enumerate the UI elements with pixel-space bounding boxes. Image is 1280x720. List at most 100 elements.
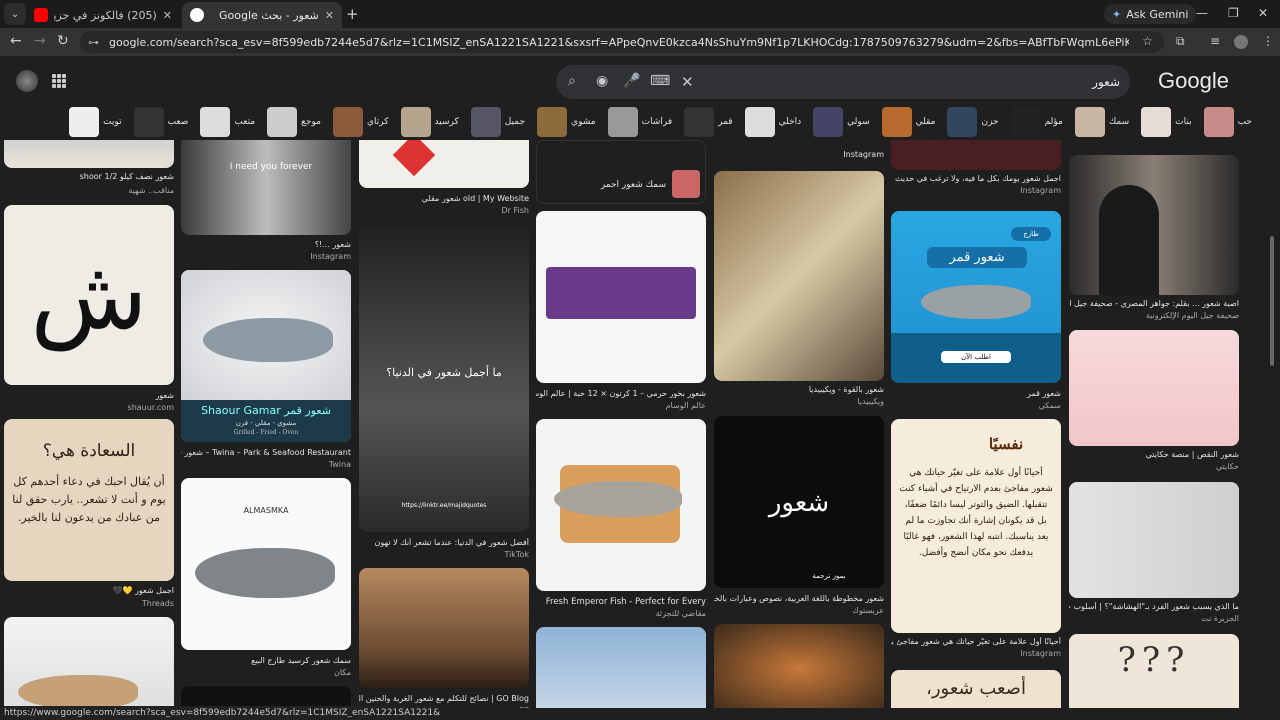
search-input[interactable] bbox=[706, 71, 1120, 93]
related-chip[interactable]: صعب bbox=[129, 106, 193, 138]
result-card[interactable]: GO Blog | نصائح للتكلم مع شعور الغربة وا… bbox=[359, 568, 529, 708]
bookmark-star-icon[interactable]: ☆ bbox=[1142, 34, 1153, 48]
result-card[interactable]: old | My Website شعور مقلي Dr Fish bbox=[359, 140, 529, 220]
keyboard-icon[interactable]: ⌨ bbox=[650, 73, 670, 89]
result-image[interactable]: Shaour Gamar شعور قمر مشوي - مقلي - فرن … bbox=[181, 270, 351, 442]
result-title[interactable]: شعور النقص | منصة حكايتي bbox=[1069, 450, 1239, 459]
extensions-icon[interactable]: ⧉ bbox=[1176, 34, 1185, 49]
tab-google-search[interactable]: شعور - بحث Google ✕ bbox=[182, 2, 342, 28]
result-card[interactable] bbox=[181, 686, 351, 708]
scrollbar-thumb[interactable] bbox=[1270, 236, 1274, 366]
result-image[interactable] bbox=[1069, 155, 1239, 295]
result-image[interactable]: أصعب شعور، bbox=[891, 670, 1061, 708]
menu-kebab-icon[interactable]: ⋮ bbox=[1262, 34, 1274, 48]
media-controls-icon[interactable]: ≡ bbox=[1210, 34, 1220, 48]
result-card[interactable]: نفسيًا أحيانًا أول علامة على تغيّر حياتك… bbox=[891, 419, 1061, 664]
tab-youtube[interactable]: (205) فالكونز في جزيرة بـ2000 ريال ✕ bbox=[26, 2, 180, 28]
result-image[interactable] bbox=[536, 419, 706, 591]
google-apps-icon[interactable] bbox=[52, 74, 66, 88]
result-image[interactable] bbox=[4, 140, 174, 168]
related-chip[interactable]: سمك bbox=[1070, 106, 1134, 138]
lens-icon[interactable]: ◉ bbox=[596, 73, 608, 89]
related-chip[interactable]: فراشات bbox=[603, 106, 677, 138]
account-avatar[interactable] bbox=[16, 70, 38, 92]
result-card[interactable]: شعور نصف كيلو 1/2 shoor مناقب.. شهية bbox=[4, 140, 174, 200]
result-image[interactable]: ALMASMKA bbox=[181, 478, 351, 650]
result-card[interactable]: Fresh Emperor Fish - Perfect for Every م… bbox=[536, 419, 706, 619]
related-chip[interactable]: حب bbox=[1199, 106, 1256, 138]
result-image[interactable] bbox=[359, 140, 529, 188]
result-title[interactable]: ما الذي يسبب شعور الفرد بـ"الهشاشة"؟ | أ… bbox=[1069, 602, 1239, 611]
result-image[interactable] bbox=[536, 627, 706, 708]
result-title[interactable]: GO Blog | نصائح للتكلم مع شعور الغربة وا… bbox=[359, 694, 529, 703]
result-card[interactable]: أصعب شعور، bbox=[891, 670, 1061, 708]
result-title[interactable]: شعور bbox=[4, 391, 174, 400]
result-image[interactable]: ش bbox=[4, 205, 174, 385]
related-chip[interactable]: بنات bbox=[1137, 106, 1196, 138]
related-chip[interactable]: سولي bbox=[809, 106, 874, 138]
result-card[interactable]: ??? bbox=[1069, 634, 1239, 708]
related-chip[interactable]: قمر bbox=[680, 106, 737, 138]
result-image[interactable] bbox=[1069, 330, 1239, 446]
minimize-icon[interactable]: — bbox=[1196, 6, 1208, 20]
ask-gemini-button[interactable]: ✦ Ask Gemini bbox=[1104, 4, 1197, 24]
related-chip[interactable]: تويت bbox=[65, 106, 126, 138]
address-bar[interactable]: ⊶ google.com/search?sca_esv=8f599edb7244… bbox=[80, 31, 1164, 53]
result-title[interactable]: شعور مخطوطة باللغة العربية، نصوص وعبارات… bbox=[714, 594, 884, 603]
result-image[interactable] bbox=[181, 686, 351, 708]
tab-search-dropdown[interactable]: ⌄ bbox=[4, 3, 26, 25]
result-card[interactable] bbox=[4, 617, 174, 708]
clear-icon[interactable]: ✕ bbox=[681, 73, 694, 91]
result-card[interactable]: شعور بخور حرمي – 1 كرتون × 12 حبة | عالم… bbox=[536, 211, 706, 411]
result-title[interactable]: سمك شعور احمر bbox=[536, 180, 666, 190]
result-thumb[interactable] bbox=[672, 170, 700, 198]
result-image[interactable]: السعادة هي؟ أن يُقال احبك في دعاء أحدهم … bbox=[4, 419, 174, 581]
new-tab-icon[interactable]: + bbox=[346, 5, 359, 23]
result-title[interactable]: اجمل شعور يومك بكل ما فيه، ولا ترغب في ح… bbox=[891, 174, 1061, 183]
result-title[interactable]: old | My Website شعور مقلي bbox=[359, 194, 529, 203]
result-image[interactable] bbox=[359, 568, 529, 688]
google-logo[interactable]: Google bbox=[1158, 68, 1229, 94]
search-icon[interactable]: ⌕ bbox=[568, 73, 576, 89]
result-image[interactable] bbox=[714, 624, 884, 708]
result-card[interactable]: ما الذي يسبب شعور الفرد بـ"الهشاشة"؟ | أ… bbox=[1069, 482, 1239, 627]
related-chip[interactable]: متعب bbox=[196, 106, 260, 138]
result-image[interactable]: طازج شعور قمر اطلب الآن bbox=[891, 211, 1061, 383]
result-title[interactable]: شعور ...!؟ bbox=[181, 240, 351, 249]
result-card[interactable]: ما أجمل شعور في الدنيا؟ https://linktr.e… bbox=[359, 226, 529, 566]
close-window-icon[interactable]: ✕ bbox=[1258, 6, 1268, 20]
back-icon[interactable]: ← bbox=[10, 33, 22, 49]
result-title[interactable]: اجمل شعور 💛🖤 bbox=[4, 586, 174, 595]
result-title[interactable]: شعور قمر bbox=[891, 389, 1061, 398]
related-chip[interactable]: كرسيد bbox=[396, 106, 463, 138]
result-image[interactable] bbox=[891, 140, 1061, 170]
result-card[interactable] bbox=[536, 627, 706, 708]
result-image[interactable]: شعور بموز ترجمة bbox=[714, 416, 884, 588]
result-card[interactable]: I need you forever شعور ...!؟ Instagram bbox=[181, 140, 351, 265]
tab-close-icon[interactable]: ✕ bbox=[325, 9, 334, 22]
result-card[interactable]: Instagram bbox=[714, 140, 884, 165]
result-title[interactable]: اصبة شعور ... بقلم: جواهر المصري - صحيفة… bbox=[1069, 299, 1239, 308]
result-image[interactable]: نفسيًا أحيانًا أول علامة على تغيّر حياتك… bbox=[891, 419, 1061, 633]
result-title[interactable]: شعور نصف كيلو 1/2 shoor bbox=[4, 172, 174, 181]
result-image[interactable]: ما أجمل شعور في الدنيا؟ https://linktr.e… bbox=[359, 226, 529, 532]
related-chip[interactable]: جميل bbox=[466, 106, 530, 138]
result-image[interactable] bbox=[1069, 482, 1239, 598]
result-card[interactable]: السعادة هي؟ أن يُقال احبك في دعاء أحدهم … bbox=[4, 419, 174, 609]
result-card[interactable]: شعور بالقوة - ويكيبيديا ويكيبيديا bbox=[714, 171, 884, 411]
result-title[interactable]: شعور بخور حرمي – 1 كرتون × 12 حبة | عالم… bbox=[536, 389, 706, 398]
result-card[interactable]: ش شعور shauur.com bbox=[4, 205, 174, 417]
result-card[interactable]: شعور بموز ترجمة شعور مخطوطة باللغة العرب… bbox=[714, 416, 884, 616]
result-image[interactable]: ??? bbox=[1069, 634, 1239, 708]
result-card[interactable]: سمك شعور احمر bbox=[536, 140, 706, 205]
related-chip[interactable]: حزن bbox=[943, 106, 1003, 138]
result-card[interactable]: ALMASMKA سمك شعور كرسيد طازج البيع مكان bbox=[181, 478, 351, 678]
related-chip[interactable]: كرتاي bbox=[328, 106, 393, 138]
reload-icon[interactable]: ↻ bbox=[57, 33, 69, 49]
result-title[interactable]: أحيانًا أول علامة على تغيّر حياتك هي شعو… bbox=[891, 637, 1061, 646]
related-chip[interactable]: مؤلم bbox=[1006, 106, 1067, 138]
result-image[interactable] bbox=[536, 211, 706, 383]
result-title[interactable]: Fresh Emperor Fish - Perfect for Every bbox=[536, 597, 706, 607]
forward-icon[interactable]: → bbox=[34, 33, 46, 49]
result-title[interactable]: Twina – Park & Seafood Restaurant – شعور… bbox=[181, 448, 351, 457]
